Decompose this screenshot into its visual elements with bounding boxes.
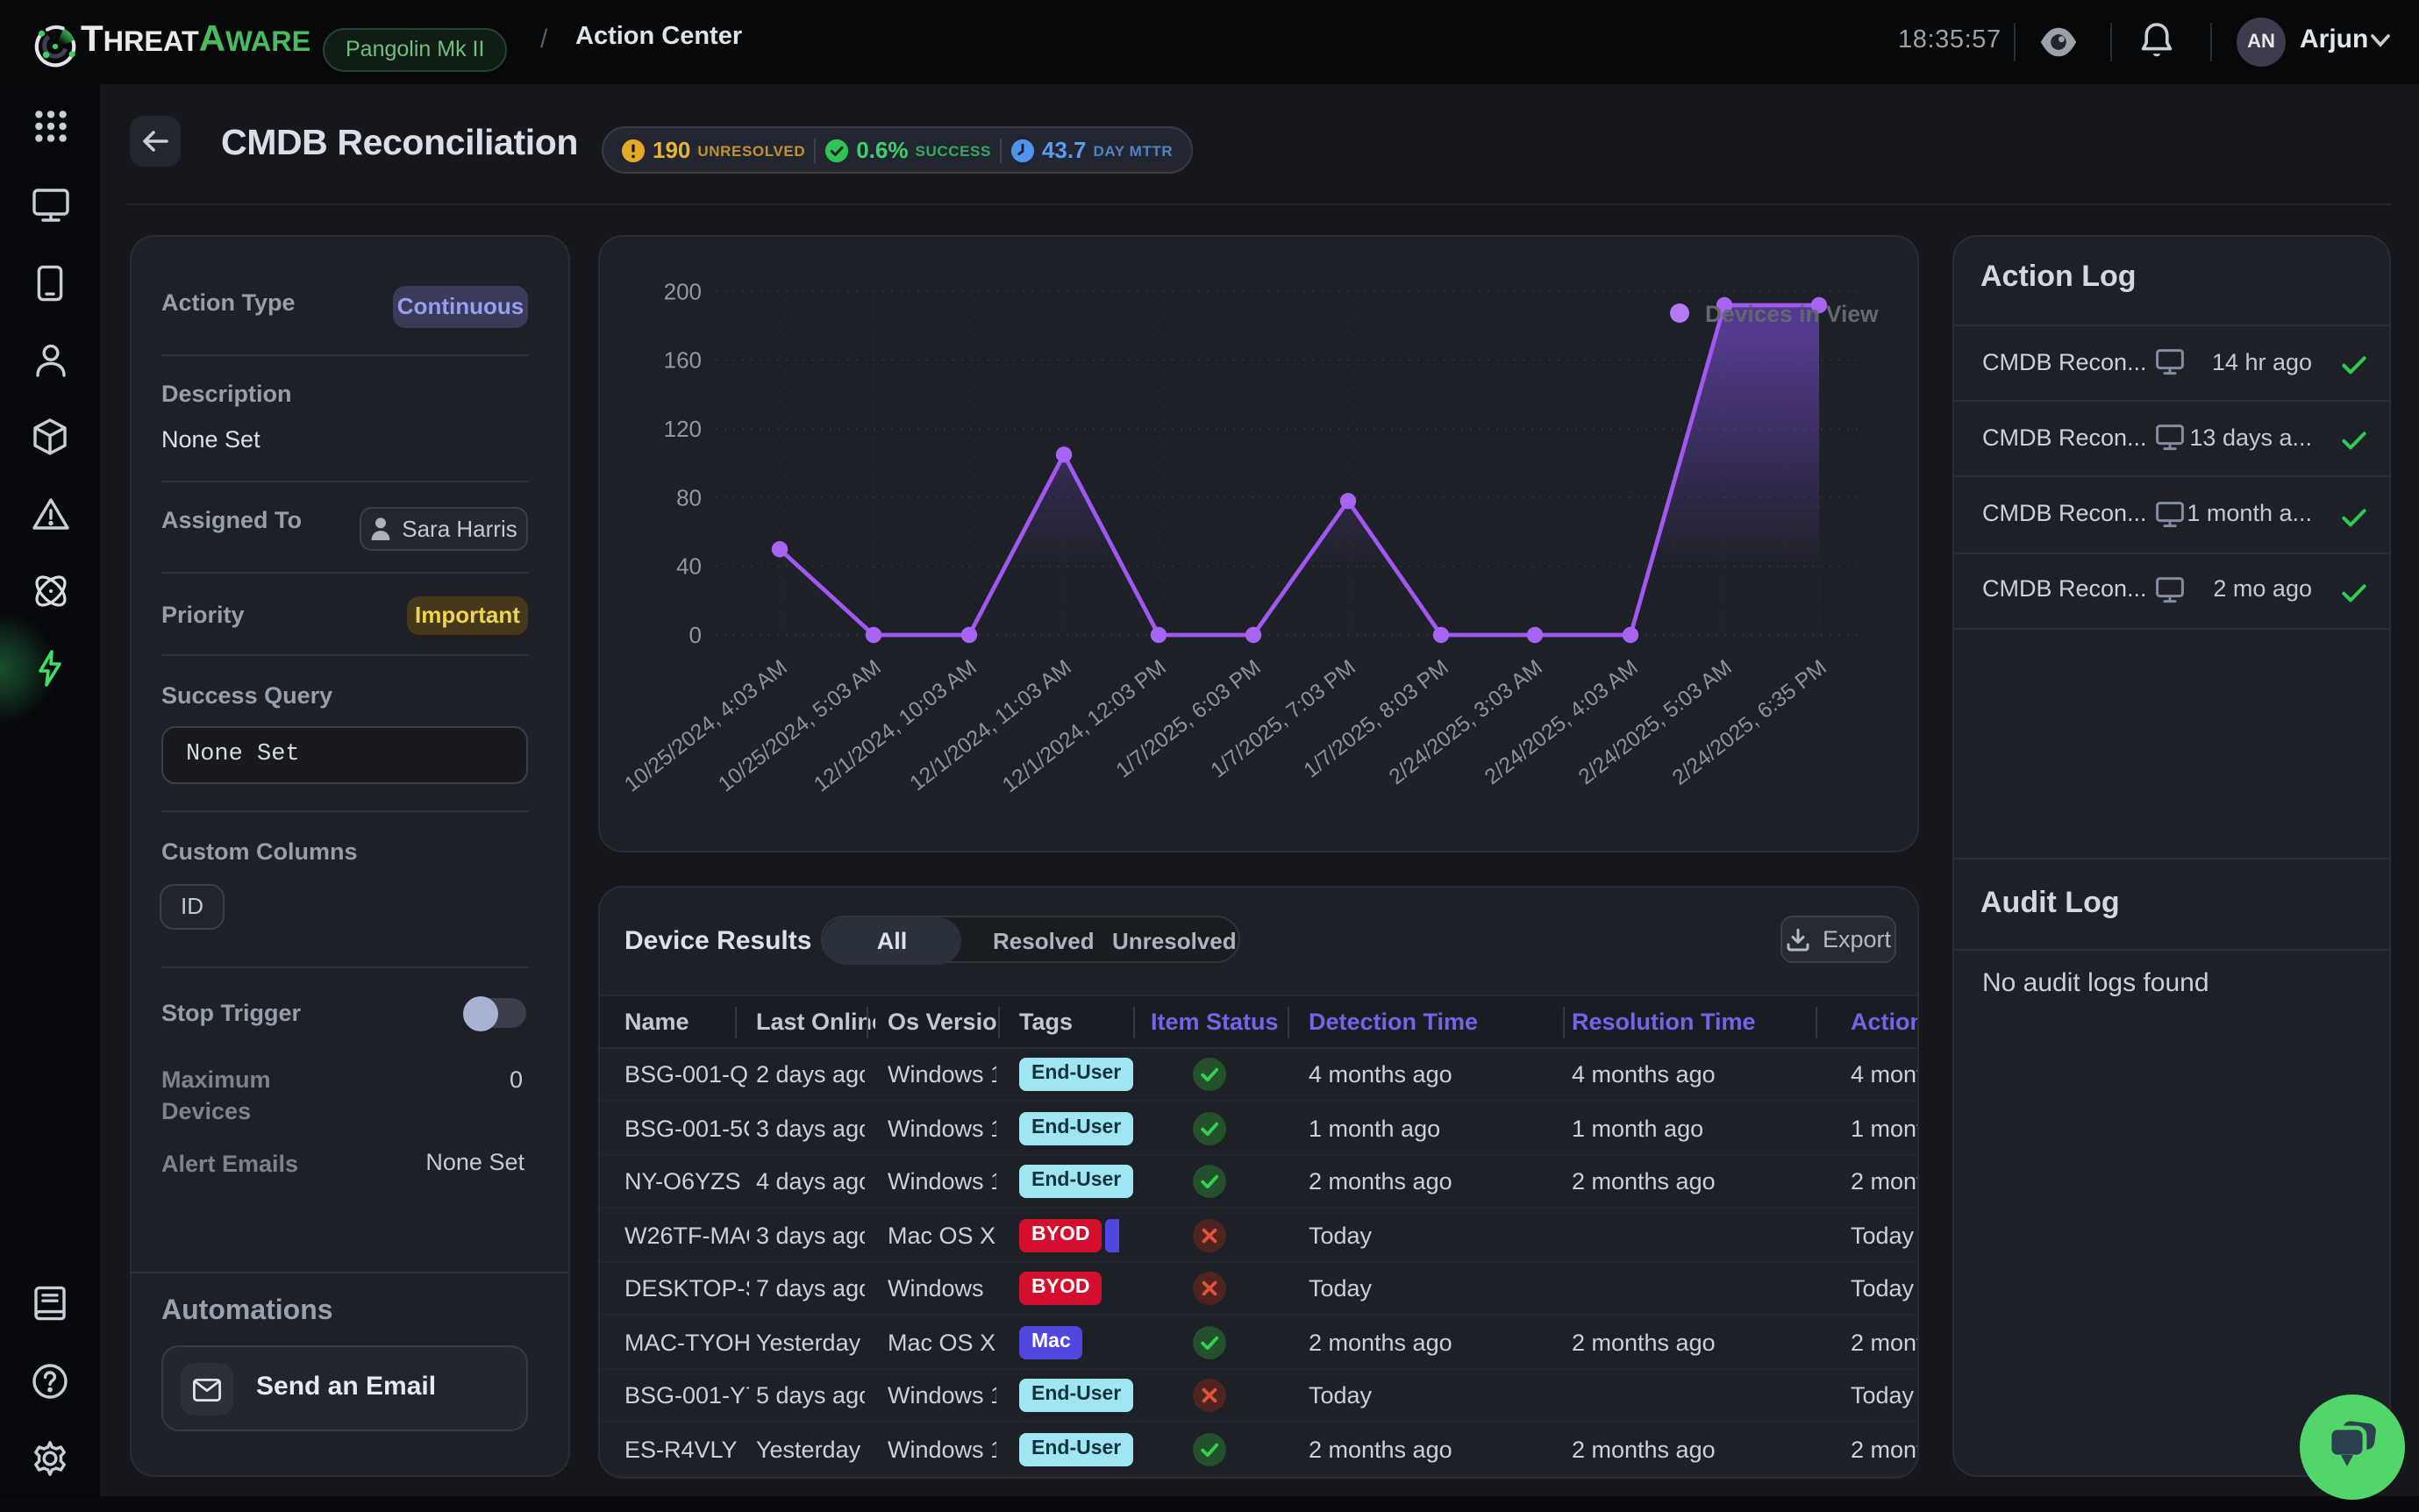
svg-text:160: 160: [664, 347, 702, 374]
svg-text:40: 40: [676, 553, 702, 580]
svg-text:2/24/2025, 5:03 AM: 2/24/2025, 5:03 AM: [1574, 655, 1737, 789]
svg-text:2/24/2025, 6:35 PM: 2/24/2025, 6:35 PM: [1668, 655, 1831, 789]
svg-text:120: 120: [664, 416, 702, 442]
svg-text:2/24/2025, 3:03 AM: 2/24/2025, 3:03 AM: [1385, 655, 1547, 789]
svg-text:12/1/2024, 10:03 AM: 12/1/2024, 10:03 AM: [810, 655, 981, 796]
svg-text:0: 0: [689, 622, 702, 648]
svg-text:Devices in View: Devices in View: [1705, 301, 1879, 327]
svg-text:12/1/2024, 12:03 PM: 12/1/2024, 12:03 PM: [998, 655, 1171, 797]
svg-text:12/1/2024, 11:03 AM: 12/1/2024, 11:03 AM: [906, 655, 1076, 795]
svg-text:200: 200: [664, 278, 702, 304]
svg-text:10/25/2024, 4:03 AM: 10/25/2024, 4:03 AM: [620, 655, 792, 796]
svg-text:80: 80: [676, 484, 702, 510]
svg-text:10/25/2024, 5:03 AM: 10/25/2024, 5:03 AM: [714, 655, 886, 796]
